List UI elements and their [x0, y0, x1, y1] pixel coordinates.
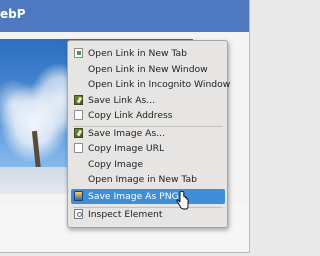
menu-item-open-link-new-window[interactable]: Open Link in New Window [71, 62, 225, 77]
menu-item-save-link-as[interactable]: Save Link As... [71, 93, 225, 108]
menu-item-open-link-incognito[interactable]: Open Link in Incognito Window [71, 77, 230, 92]
menu-item-label: Copy Image URL [88, 143, 165, 154]
menu-item-label: Open Link in Incognito Window [88, 79, 231, 90]
page-green-icon [74, 48, 83, 58]
menu-item-label: Save Image As... [88, 128, 165, 139]
menu-item-save-image-as-png[interactable]: Save Image As PNG [71, 189, 225, 204]
menu-item-open-image-new-tab[interactable]: Open Image in New Tab [71, 172, 225, 187]
menu-item-save-image-as[interactable]: Save Image As... [71, 126, 225, 141]
menu-item-label: Copy Image [88, 159, 143, 170]
menu-item-copy-image-url[interactable]: Copy Image URL [71, 141, 225, 156]
window-titlebar[interactable]: ebP [0, 0, 249, 32]
context-menu: Open Link in New Tab Open Link in New Wi… [67, 40, 230, 228]
save-icon [74, 128, 83, 138]
page-icon [74, 143, 83, 153]
menu-item-label: Open Link in New Tab [88, 48, 188, 59]
tree-trunk [31, 130, 42, 172]
menu-item-label: Open Image in New Tab [88, 174, 197, 185]
inspect-icon [74, 209, 83, 219]
save-icon [74, 95, 83, 105]
menu-item-label: Save Image As PNG [88, 191, 179, 202]
hand-cursor-icon [176, 191, 189, 210]
menu-item-copy-image[interactable]: Copy Image [71, 157, 225, 172]
menu-item-label: Copy Link Address [88, 110, 173, 121]
page-icon [74, 110, 83, 120]
menu-item-inspect-element[interactable]: Inspect Element [71, 207, 225, 222]
menu-item-label: Inspect Element [88, 209, 163, 220]
menu-item-label: Open Link in New Window [88, 64, 208, 75]
menu-item-label: Save Link As... [88, 95, 156, 106]
menu-item-copy-link-address[interactable]: Copy Link Address [71, 108, 225, 123]
window-title: ebP [0, 7, 26, 21]
menu-item-open-link-new-tab[interactable]: Open Link in New Tab [71, 46, 225, 61]
png-icon [74, 191, 83, 201]
